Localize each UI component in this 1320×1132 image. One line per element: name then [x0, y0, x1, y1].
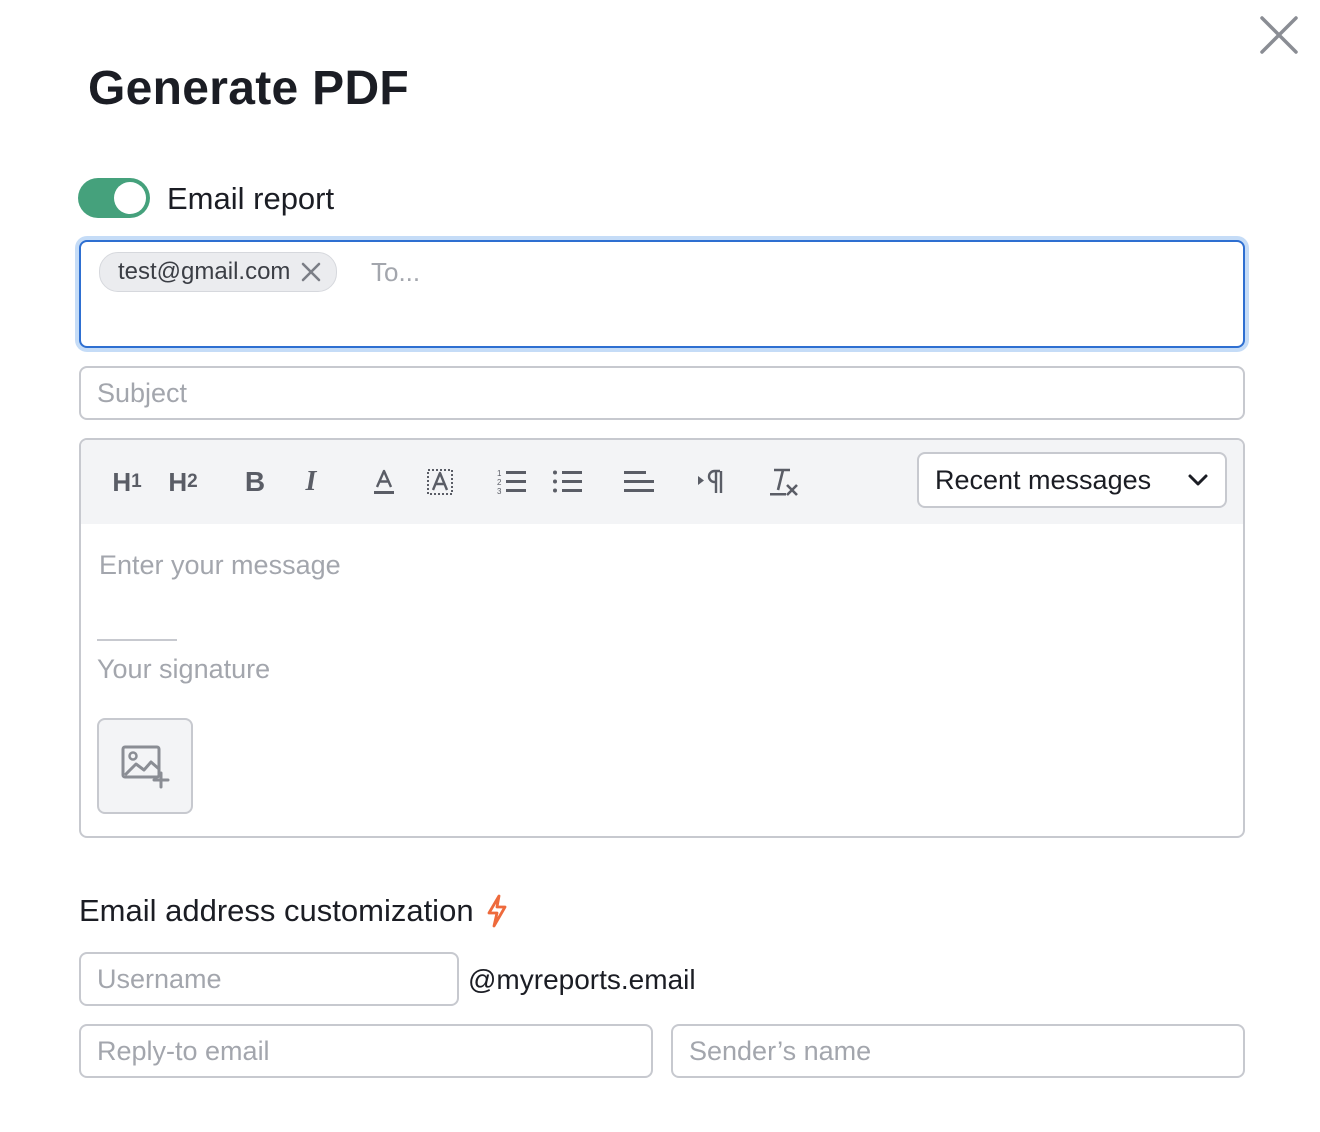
add-image-icon — [121, 745, 170, 789]
close-icon[interactable] — [1254, 12, 1302, 60]
sender-name-input[interactable] — [671, 1024, 1245, 1078]
recent-messages-dropdown[interactable]: Recent messages — [917, 452, 1227, 508]
heading-2-label: H — [168, 466, 188, 497]
svg-text:1: 1 — [497, 469, 502, 478]
italic-label: I — [305, 466, 317, 497]
svg-text:3: 3 — [497, 487, 502, 496]
remove-recipient-icon[interactable] — [300, 261, 322, 283]
signature-placeholder[interactable]: Your signature — [97, 654, 270, 685]
svg-text:2: 2 — [497, 478, 502, 487]
heading-2-sub: 2 — [187, 471, 198, 492]
bold-button[interactable]: B — [239, 464, 271, 500]
subject-input[interactable] — [79, 366, 1245, 420]
to-input[interactable] — [369, 252, 1193, 292]
close-button[interactable] — [1254, 12, 1302, 60]
highlight-button[interactable] — [425, 464, 455, 500]
email-report-label: Email report — [167, 181, 335, 216]
highlight-icon — [427, 469, 453, 495]
text-color-button[interactable] — [369, 464, 399, 500]
heading-2-button[interactable]: H2 — [163, 464, 203, 500]
numbered-list-button[interactable]: 1 2 3 — [495, 464, 529, 500]
heading-1-sub: 1 — [131, 471, 142, 492]
align-button[interactable] — [621, 464, 657, 500]
text-color-icon — [374, 469, 394, 494]
toggle-knob — [114, 182, 146, 214]
heading-1-label: H — [112, 466, 132, 497]
paragraph-direction-icon — [698, 469, 723, 493]
recipient-chip: test@gmail.com — [99, 252, 338, 292]
email-domain-suffix: @myreports.email — [468, 964, 696, 995]
customization-heading: Email address customization — [79, 892, 508, 930]
align-left-icon — [624, 471, 654, 492]
bolt-icon — [487, 894, 506, 928]
message-placeholder[interactable]: Enter your message — [99, 550, 341, 581]
recipients-field[interactable]: test@gmail.com — [79, 240, 1245, 348]
bold-label: B — [244, 466, 266, 497]
chevron-down-icon — [1188, 474, 1208, 486]
add-image-button[interactable] — [97, 718, 193, 814]
recipient-chip-label: test@gmail.com — [118, 258, 291, 285]
reply-to-email-input[interactable] — [79, 1024, 653, 1078]
username-input[interactable] — [79, 952, 459, 1006]
signature-divider — [97, 639, 177, 641]
editor-toolbar: H1 H2 B I 1 2 3 Recent messages — [81, 440, 1243, 524]
italic-button[interactable]: I — [295, 464, 327, 500]
message-editor[interactable]: H1 H2 B I 1 2 3 Recent messages Enter yo… — [79, 438, 1245, 838]
numbered-list-icon: 1 2 3 — [497, 469, 526, 496]
customization-heading-text: Email address customization — [79, 893, 474, 928]
text-direction-button[interactable] — [695, 464, 729, 500]
clear-formatting-button[interactable] — [767, 464, 801, 500]
page-title: Generate PDF — [88, 62, 410, 115]
bullet-list-button[interactable] — [551, 464, 585, 500]
bullet-list-icon — [553, 470, 582, 493]
email-report-toggle[interactable] — [78, 178, 150, 218]
clear-formatting-icon — [770, 468, 798, 496]
recent-messages-label: Recent messages — [935, 464, 1152, 495]
heading-1-button[interactable]: H1 — [107, 464, 147, 500]
